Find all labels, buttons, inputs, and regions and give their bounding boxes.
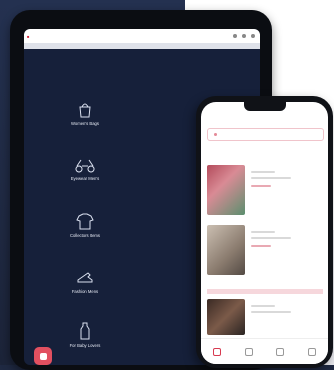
home-icon[interactable] [212,348,221,356]
glasses-icon [75,159,95,173]
product-title-placeholder [251,305,275,307]
bottom-tab-bar [201,338,328,364]
tablet-subbar [24,43,260,49]
shirt-icon [76,213,94,230]
tablet-logo: ■ [27,33,30,39]
section-divider [207,289,323,294]
bag-icon [79,103,91,118]
category-label: Women's Bags [71,121,99,126]
product-price-placeholder [251,185,271,187]
product-card[interactable] [207,225,323,275]
phone-notch [244,102,286,111]
chat-icon [39,352,47,360]
search-icon [214,133,217,136]
category-item[interactable]: For Baby Lovers [50,321,120,348]
toolbar-icon [233,34,237,38]
chat-button[interactable] [34,347,52,365]
phone-screen [201,102,328,364]
toolbar-icon [251,34,255,38]
toolbar-icon [242,34,246,38]
account-icon[interactable] [308,348,317,356]
category-icon[interactable] [244,348,253,356]
category-item[interactable]: Fashion Mens [50,267,120,294]
product-image [207,225,245,275]
product-image [207,165,245,215]
product-price-placeholder [251,245,271,247]
product-title-placeholder [251,171,275,173]
product-image [207,299,245,335]
bottle-icon [80,322,90,340]
tablet-browser-bar: ■ [24,29,260,43]
product-text-placeholder [251,177,291,179]
cart-icon[interactable] [276,348,285,356]
category-label: Collectors Items [69,233,101,238]
shoe-icon [77,272,93,283]
product-text-placeholder [251,237,291,239]
category-label: Eyewear Men's [70,176,100,181]
category-item[interactable]: Eyewear Men's [50,154,120,181]
category-item[interactable]: Collectors Items [50,211,120,238]
search-input[interactable] [207,128,324,141]
product-text-placeholder [251,311,291,313]
category-label: Fashion Mens [71,289,99,294]
product-card[interactable] [207,165,323,215]
category-item[interactable]: Women's Bags [50,99,120,126]
product-title-placeholder [251,231,275,233]
phone-device [196,96,333,368]
tablet-toolbar-icons [233,34,255,38]
category-label: For Baby Lovers [69,343,101,348]
